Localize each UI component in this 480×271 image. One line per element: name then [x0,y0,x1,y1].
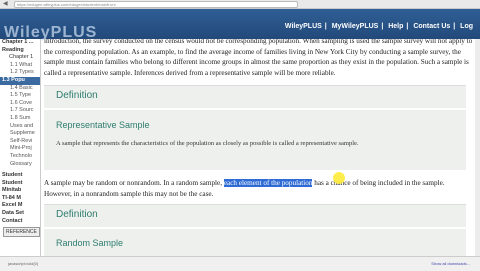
browser-toolbar: ◀ https://edugen.wileyplus.com/edugen/st… [0,0,480,9]
vertical-scrollbar[interactable] [475,39,480,256]
sidebar-item[interactable]: Suppleme [0,130,40,138]
sidebar-item[interactable]: Contact [0,218,40,226]
definition-heading: Definition [56,90,98,101]
link-contact-us[interactable]: Contact Us [413,23,450,30]
sidebar-item[interactable]: Mini-Proj [0,145,40,153]
sidebar-item[interactable]: Minitab [0,187,40,195]
link-mywileyplus[interactable]: MyWileyPLUS [332,23,379,30]
sidebar-item[interactable]: 1.6 Cove [0,100,40,108]
sidebar-item[interactable]: 1.4 Basic [0,85,40,93]
sidebar-toc: Chapter 1 ... Reading Chapter 1 1.1 What 1.2… [0,39,41,265]
definition-box-representative: Definition Representative Sample A sampl… [44,85,466,170]
term-representative-sample: Representative Sample [56,120,150,130]
site-header: WileyPLUS WileyPLUS | MyWileyPLUS | Help | … [0,9,480,41]
sidebar-item[interactable]: 1.7 Sourc [0,107,40,115]
term-random-sample: Random Sample [56,238,124,248]
random-sample-paragraph: A sample may be random or nonrandom. In … [44,179,445,198]
definition-heading-2: Definition [56,209,98,220]
show-downloads-link[interactable]: Show all downloads... [431,261,470,266]
link-logout[interactable]: Log [460,23,473,30]
reference-button[interactable]: REFERENCE [3,227,40,237]
sidebar-item[interactable]: 1.3 Popu [0,76,40,85]
sidebar-item[interactable]: Data Set [0,210,40,218]
highlighted-text: each element of the population [223,179,313,187]
top-links: WileyPLUS | MyWileyPLUS | Help | Contact Us… [284,23,473,30]
sidebar-item[interactable]: Chapter 1 ... [0,39,40,47]
sidebar-item[interactable]: Technolo [0,153,40,161]
link-help[interactable]: Help [388,23,403,30]
main-content: introduction, the survey conducted on th… [41,39,480,265]
status-text: javascript:void(0) [8,261,39,266]
sidebar-item[interactable]: 1.2 Types [0,69,40,77]
intro-paragraph: introduction, the survey conducted on th… [44,39,473,77]
sidebar-item[interactable]: 1.8 Sum [0,115,40,123]
sidebar-item[interactable]: Excel M [0,202,40,210]
status-bar: javascript:void(0) Show all downloads... [0,256,480,271]
mouse-cursor-highlight [333,172,345,184]
back-icon[interactable]: ◀ [3,1,11,7]
sidebar-item[interactable]: 1.5 Type [0,92,40,100]
sidebar-item[interactable]: Student [0,180,40,188]
sidebar-item[interactable]: Chapter 1 [0,54,40,62]
sidebar-item[interactable]: Uses and [0,123,40,131]
address-bar[interactable]: https://edugen.wileyplus.com/edugen/stud… [14,1,298,8]
sidebar-item[interactable]: Glossary [0,161,40,169]
link-wileyplus[interactable]: WileyPLUS [285,23,322,30]
sidebar-item[interactable]: Reading [0,47,40,55]
sidebar-item[interactable]: 1.1 What [0,62,40,70]
sidebar-item[interactable]: Self-Revi [0,138,40,146]
sidebar-item[interactable]: TI-84 M [0,195,40,203]
sidebar-item[interactable]: Student [0,172,40,180]
definition-text: A sample that represents the characteris… [56,140,359,147]
